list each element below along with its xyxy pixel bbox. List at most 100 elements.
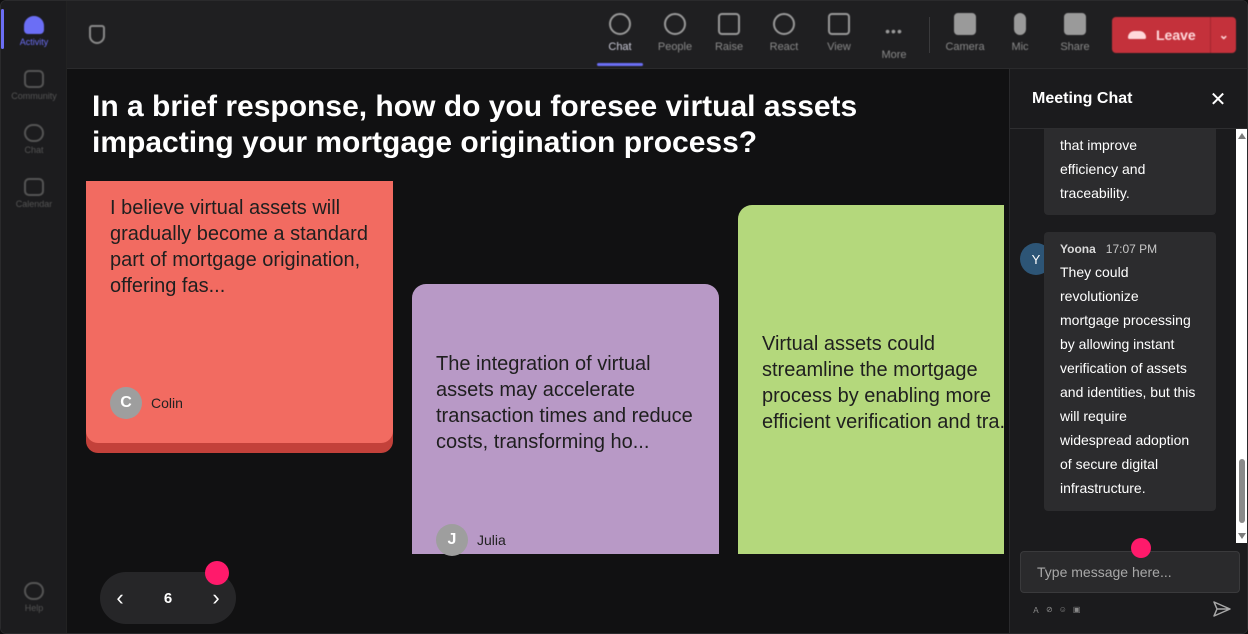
author-name: Julia xyxy=(477,532,506,548)
question-title: In a brief response, how do you foresee … xyxy=(92,90,858,159)
rail-item-chat[interactable]: Chat xyxy=(1,113,67,165)
chat-scrollbar[interactable] xyxy=(1236,129,1247,543)
microphone-icon xyxy=(1014,13,1026,35)
toolbar-share-button[interactable]: Share xyxy=(1050,9,1100,61)
message-author: Yoona xyxy=(1060,242,1096,256)
presentation-stage: In a brief response, how do you foresee … xyxy=(67,69,1009,633)
message-meta: Yoona 17:07 PM xyxy=(1060,238,1200,260)
leave-button[interactable]: Leave ⌄ xyxy=(1112,17,1236,53)
card-author: J Julia xyxy=(436,524,506,556)
card-face: I believe virtual assets will gradually … xyxy=(86,181,393,443)
card-text-line: streamline the mortgage xyxy=(762,359,978,381)
gif-icon[interactable]: ▣ xyxy=(1073,605,1081,616)
rail-item-activity[interactable]: Activity xyxy=(1,5,67,57)
meeting-toolbar: Chat People Raise React View ••• More Ca… xyxy=(67,1,1247,69)
toolbar-label: Chat xyxy=(608,41,632,53)
help-icon xyxy=(24,581,44,600)
community-icon xyxy=(24,69,44,88)
attach-icon[interactable]: ⊘ xyxy=(1046,605,1053,616)
card-text: Virtual assets could streamline the mort… xyxy=(762,331,1004,435)
chevron-left-icon[interactable]: ‹ xyxy=(100,585,140,611)
message-line: traceability. xyxy=(1060,185,1130,201)
chat-bubble-icon xyxy=(609,13,631,35)
toolbar-label: Raise xyxy=(714,41,744,53)
teams-meeting-window: Activity Community Chat Calendar Help Ch… xyxy=(0,0,1248,634)
toolbar-react-button[interactable]: React xyxy=(759,9,809,61)
response-card[interactable]: I believe virtual assets will gradually … xyxy=(86,181,393,453)
chat-message-list[interactable]: that improve efficiency and traceability… xyxy=(1010,129,1247,543)
toolbar-label: People xyxy=(657,41,693,53)
author-name: Colin xyxy=(151,395,183,411)
toolbar-label: Share xyxy=(1060,41,1090,53)
calendar-icon xyxy=(24,177,44,196)
chevron-right-icon[interactable]: › xyxy=(196,585,236,611)
message-time: 17:07 PM xyxy=(1105,242,1158,256)
rail-item-label: Activity xyxy=(19,36,49,47)
grid-icon xyxy=(828,13,850,35)
person-icon xyxy=(664,13,686,35)
pointer-marker xyxy=(205,561,229,585)
send-icon[interactable] xyxy=(1212,599,1232,619)
card-text: I believe virtual assets will gradually … xyxy=(110,197,368,297)
rail-item-community[interactable]: Community xyxy=(1,59,67,111)
chat-message-input[interactable] xyxy=(1020,551,1240,593)
rail-item-calendar[interactable]: Calendar xyxy=(1,167,67,219)
rail-item-help[interactable]: Help xyxy=(1,571,67,623)
scrollbar-thumb[interactable] xyxy=(1239,459,1245,523)
card-author: C Colin xyxy=(110,387,183,419)
camera-off-icon xyxy=(954,13,976,35)
toolbar-raise-button[interactable]: Raise xyxy=(704,9,754,61)
card-text-line: efficient verification and tra... xyxy=(762,411,1004,433)
card-text: The integration of virtual assets may ac… xyxy=(436,353,693,453)
raise-hand-icon xyxy=(718,13,740,35)
toolbar-more-button[interactable]: ••• More xyxy=(869,9,919,61)
chat-bubble-icon xyxy=(24,123,44,142)
toolbar-label: Camera xyxy=(945,41,985,53)
format-icon[interactable]: Ａ xyxy=(1032,605,1040,616)
scroll-down-icon[interactable] xyxy=(1238,533,1246,539)
message-line: that improve xyxy=(1060,137,1138,153)
page-number: 6 xyxy=(163,589,173,607)
message-text: They could revolutionize mortgage proces… xyxy=(1060,264,1196,496)
scroll-up-icon[interactable] xyxy=(1238,133,1246,139)
response-card[interactable]: The integration of virtual assets may ac… xyxy=(412,284,719,556)
toolbar-label: More xyxy=(881,49,907,61)
chat-message: that improve efficiency and traceability… xyxy=(1044,129,1216,215)
hang-up-icon xyxy=(1128,31,1146,39)
chat-header: Meeting Chat ✕ xyxy=(1010,69,1247,129)
message-line: efficiency and xyxy=(1060,161,1146,177)
card-text-line: process by enabling more xyxy=(762,385,992,407)
chat-title: Meeting Chat xyxy=(1032,90,1133,107)
more-dots-icon: ••• xyxy=(885,23,903,39)
card-text-line: Virtual assets could xyxy=(762,333,936,355)
format-toolbar: Ａ ⊘ ☺ ▣ xyxy=(1032,605,1080,616)
toolbar-chat-button[interactable]: Chat xyxy=(595,9,645,61)
smiley-icon xyxy=(773,13,795,35)
app-rail: Activity Community Chat Calendar Help xyxy=(1,1,67,633)
chat-message: Yoona 17:07 PM They could revolutionize m… xyxy=(1044,232,1216,511)
close-icon[interactable]: ✕ xyxy=(1208,87,1228,112)
avatar: J xyxy=(436,524,468,556)
response-card[interactable]: Virtual assets could streamline the mort… xyxy=(738,205,1004,554)
rail-item-label: Chat xyxy=(24,144,44,155)
emoji-icon[interactable]: ☺ xyxy=(1059,605,1067,616)
toolbar-camera-button[interactable]: Camera xyxy=(940,9,990,61)
toolbar-mic-button[interactable]: Mic xyxy=(995,9,1045,61)
toolbar-label: Mic xyxy=(1011,41,1029,53)
pointer-marker xyxy=(1131,538,1151,558)
toolbar-view-button[interactable]: View xyxy=(814,9,864,61)
chat-active-indicator xyxy=(597,63,643,66)
toolbar-divider xyxy=(929,17,930,53)
share-screen-icon xyxy=(1064,13,1086,35)
rail-item-label: Help xyxy=(24,602,44,613)
leave-divider xyxy=(1209,17,1211,53)
toolbar-label: View xyxy=(827,41,851,53)
chevron-down-icon[interactable]: ⌄ xyxy=(1219,28,1229,42)
meeting-chat-panel: Meeting Chat ✕ that improve efficiency a… xyxy=(1009,69,1247,633)
toolbar-label: React xyxy=(769,41,799,53)
bell-icon xyxy=(24,15,44,34)
shield-icon[interactable] xyxy=(89,25,105,44)
toolbar-people-button[interactable]: People xyxy=(650,9,700,61)
avatar: C xyxy=(110,387,142,419)
leave-label: Leave xyxy=(1156,27,1196,43)
